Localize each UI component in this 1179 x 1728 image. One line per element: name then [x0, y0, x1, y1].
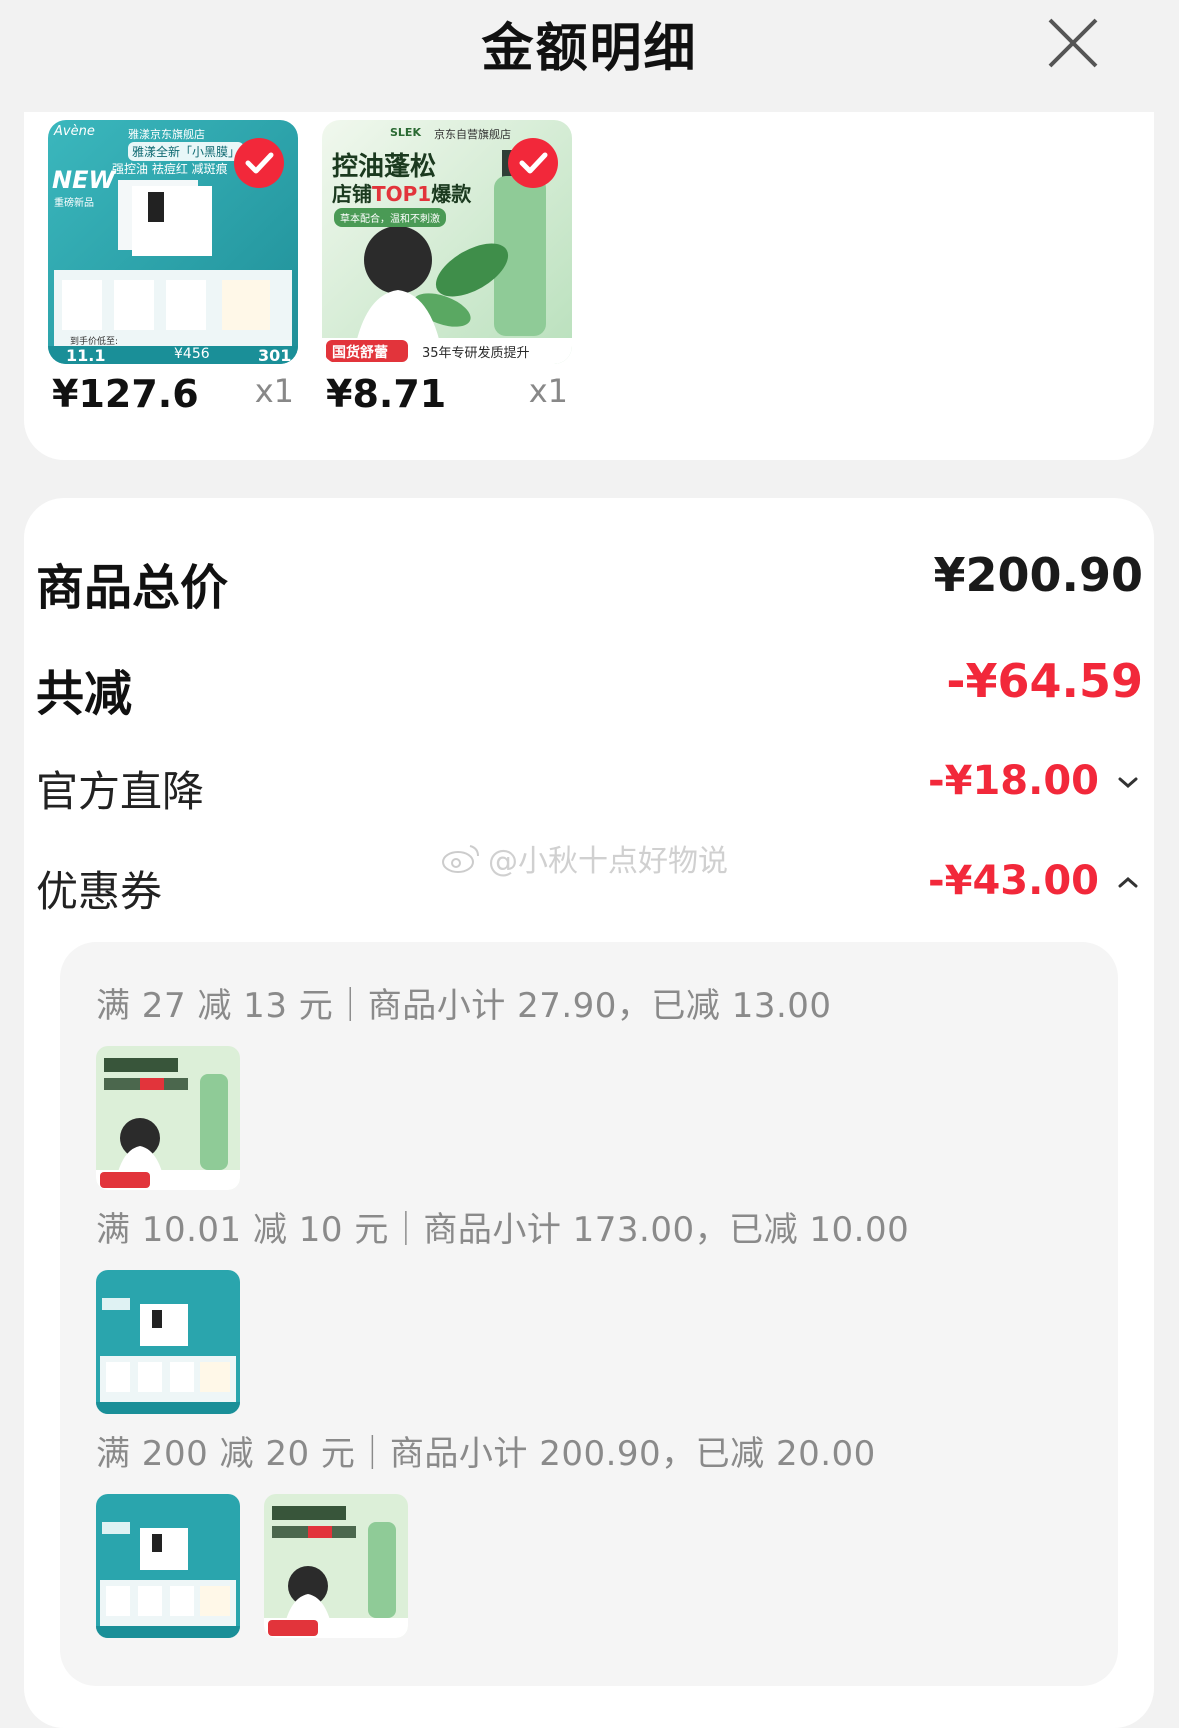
avene-tag: 雅漾全新「小黑膜」 [128, 142, 245, 161]
product-price: ¥127.6 [52, 372, 199, 416]
selected-check-icon[interactable] [234, 138, 284, 188]
product-qty: x1 [254, 372, 294, 410]
product-item-slek[interactable]: SLEK 京东自营旗舰店 控油蓬松 店铺TOP1爆款 草本配合，温和不刺激 国货… [322, 120, 572, 416]
avene-store: 雅漾京东旗舰店 [128, 128, 205, 141]
avene-badge: NEW [52, 166, 115, 194]
chevron-down-icon[interactable] [1113, 768, 1143, 798]
product-card: Avène 雅漾京东旗舰店 雅漾全新「小黑膜」 强控油 祛痘红 减斑痕 NEW … [24, 112, 1154, 460]
page-title: 金额明细 [481, 19, 698, 79]
avene-badge-sub: 重磅新品 [54, 198, 94, 209]
product-image-avene: Avène 雅漾京东旗舰店 雅漾全新「小黑膜」 强控油 祛痘红 减斑痕 NEW … [48, 120, 298, 364]
slek-line2-hl: TOP1 [372, 182, 432, 206]
avene-price-b: ¥456 [174, 346, 210, 362]
watermark: @小秋十点好物说 [440, 836, 728, 880]
weibo-icon [442, 845, 479, 873]
watermark-text: @小秋十点好物说 [488, 844, 728, 879]
avene-price-a: 11.1 [66, 346, 106, 364]
coupon-rule-2: 满 10.01 减 10 元｜商品小计 173.00，已减 10.00 [96, 1210, 910, 1250]
reduce-label: 共减 [36, 666, 133, 722]
slek-line2: 店铺 [332, 182, 372, 206]
coupon-value: -¥43.00 [928, 858, 1099, 904]
total-label: 商品总价 [36, 560, 229, 616]
coupon-rule-3: 满 200 减 20 元｜商品小计 200.90，已减 20.00 [96, 1434, 876, 1474]
selected-check-icon[interactable] [508, 138, 558, 188]
chevron-up-icon[interactable] [1113, 868, 1143, 898]
coupon-thumb-avene [96, 1270, 240, 1414]
modal-header: 金额明细 [0, 0, 1179, 112]
official-label: 官方直降 [36, 767, 205, 816]
coupon-label: 优惠券 [36, 867, 163, 916]
coupon-detail-panel: 满 27 减 13 元｜商品小计 27.90，已减 13.00 满 10.01 … [60, 942, 1118, 1686]
slek-line2-group: 店铺TOP1爆款 [332, 178, 471, 207]
reduce-row: 共减 -¥64.59 [36, 654, 1143, 724]
total-value: ¥200.90 [933, 548, 1143, 602]
coupon-thumb-avene [96, 1494, 240, 1638]
official-value: -¥18.00 [928, 758, 1099, 804]
total-row: 商品总价 ¥200.90 [36, 548, 1143, 618]
avene-price-c: 301 [258, 346, 292, 364]
reduce-value: -¥64.59 [946, 654, 1143, 708]
product-item-avene[interactable]: Avène 雅漾京东旗舰店 雅漾全新「小黑膜」 强控油 祛痘红 减斑痕 NEW … [48, 120, 298, 416]
coupon-thumb-slek [96, 1046, 240, 1190]
slek-footer-red: 国货舒蕾 [332, 345, 388, 361]
slek-store: 京东自营旗舰店 [434, 128, 511, 141]
product-qty: x1 [528, 372, 568, 410]
product-image-slek: SLEK 京东自营旗舰店 控油蓬松 店铺TOP1爆款 草本配合，温和不刺激 国货… [322, 120, 572, 364]
avene-sub: 强控油 祛痘红 减斑痕 [112, 162, 228, 176]
slek-brand: SLEK [390, 126, 421, 139]
official-discount-row[interactable]: 官方直降 -¥18.00 [36, 758, 1143, 828]
close-icon[interactable] [1044, 14, 1102, 72]
slek-footer-white: 35年专研发质提升 [422, 346, 530, 361]
coupon-thumb-slek [264, 1494, 408, 1638]
slek-line3: 爆款 [431, 182, 472, 206]
product-price: ¥8.71 [326, 372, 447, 416]
slek-sub: 草本配合，温和不刺激 [334, 208, 446, 227]
coupon-rule-1: 满 27 减 13 元｜商品小计 27.90，已减 13.00 [96, 986, 832, 1026]
avene-brand: Avène [54, 124, 95, 139]
